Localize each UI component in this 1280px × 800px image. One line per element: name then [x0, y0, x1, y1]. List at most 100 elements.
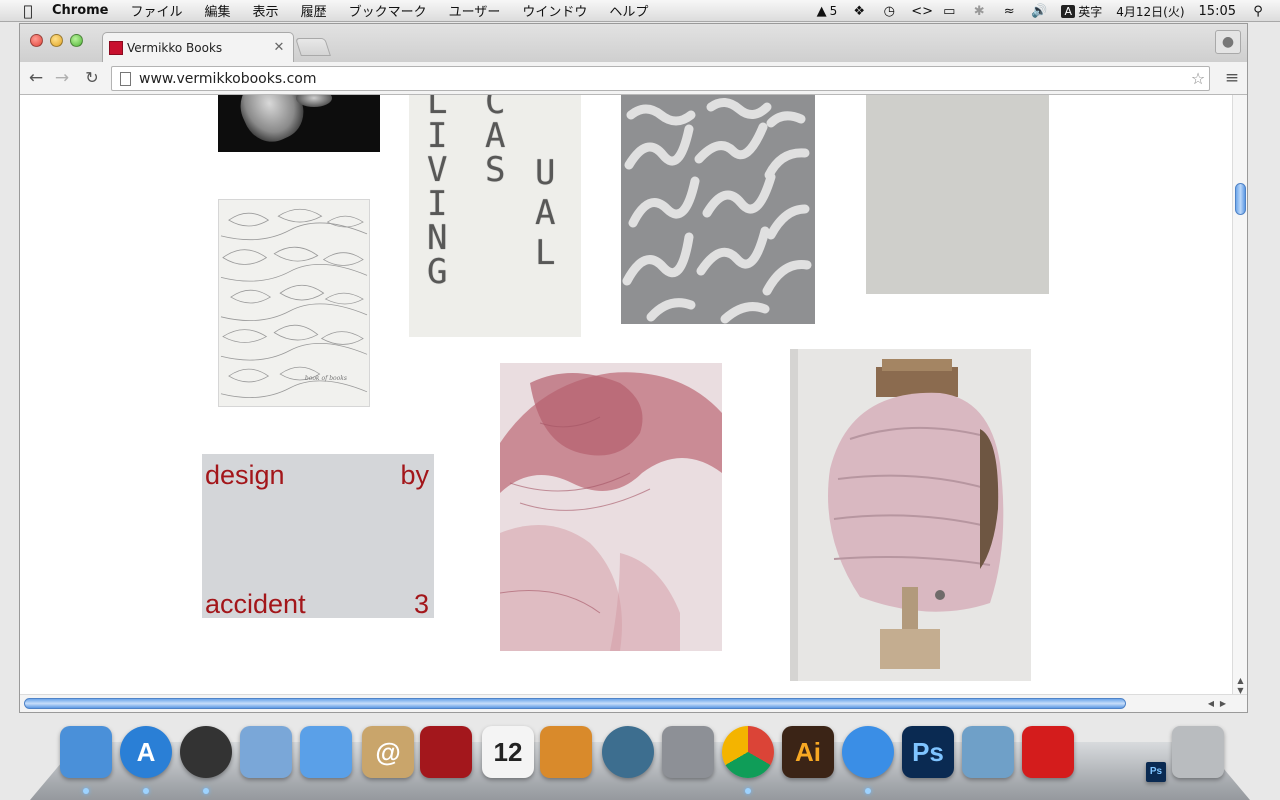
apple-menu-icon[interactable]:  — [18, 2, 38, 20]
vertical-scroll-thumb[interactable] — [1235, 183, 1246, 215]
book-cover-book-of-books[interactable]: book of books — [218, 199, 370, 407]
close-icon[interactable]: ✕ — [271, 40, 287, 55]
book-cover-pink-hood[interactable] — [790, 349, 1031, 681]
menu-window[interactable]: ウインドウ — [522, 1, 587, 20]
casual-letters: CAS — [485, 95, 506, 190]
chrome-menu-icon[interactable]: ≡ — [1223, 69, 1241, 87]
finder-icon[interactable] — [60, 726, 112, 778]
clock-icon: ◷ — [883, 3, 895, 19]
time-machine-status[interactable]: ◷ — [881, 4, 897, 19]
photoshop-doc-icon[interactable]: Ps — [1146, 762, 1166, 782]
mail-icon[interactable] — [240, 726, 292, 778]
app-menu[interactable]: Chrome — [52, 3, 109, 18]
chrome-icon[interactable] — [722, 726, 774, 778]
scroll-left-arrow-icon[interactable]: ◀ — [1205, 698, 1217, 709]
dashboard-icon[interactable] — [180, 726, 232, 778]
close-window-button[interactable] — [30, 34, 43, 47]
status-area: ▲ 5 ❖ ◷ <> ▭ ✱ ≈ 🔊 A 英字 4月12日(火) 15:05 ⚲ — [814, 0, 1280, 22]
contacts-icon[interactable]: @ — [362, 726, 414, 778]
menu-file[interactable]: ファイル — [131, 1, 183, 20]
calendar-label: 12 — [493, 737, 523, 767]
scroll-right-arrow-icon[interactable]: ▶ — [1217, 698, 1229, 709]
running-indicator — [745, 788, 751, 794]
bluetooth-icon: ✱ — [973, 3, 985, 19]
menu-help[interactable]: ヘルプ — [609, 1, 648, 20]
illustrator-icon[interactable]: Ai — [782, 726, 834, 778]
battery-icon: ▭ — [943, 3, 956, 19]
time-machine-icon[interactable] — [602, 726, 654, 778]
dropbox-status[interactable]: ❖ — [851, 4, 867, 19]
book-cover-xray[interactable] — [218, 95, 380, 152]
spotlight-status[interactable]: ⚲ — [1250, 4, 1266, 19]
photo-booth-icon[interactable] — [420, 726, 472, 778]
zoom-window-button[interactable] — [70, 34, 83, 47]
url-text[interactable]: www.vermikkobooks.com — [139, 71, 1187, 87]
browser-window: Vermikko Books ✕ ● ← → ↻ www.vermikkoboo… — [19, 23, 1248, 713]
tab-title: Vermikko Books — [127, 40, 223, 55]
minimize-window-button[interactable] — [50, 34, 63, 47]
photoshop-label: Ps — [912, 737, 944, 767]
new-tab-button[interactable] — [295, 38, 331, 56]
forward-button[interactable]: → — [51, 67, 73, 89]
address-bar[interactable]: www.vermikkobooks.com ☆ — [111, 66, 1210, 91]
book-cover-brush-strokes[interactable] — [621, 95, 815, 324]
book-cover-design-by-accident[interactable]: design by accident 3 — [202, 454, 434, 618]
contacts-label: @ — [375, 737, 401, 767]
tab-vermikko-books[interactable]: Vermikko Books ✕ — [102, 32, 294, 62]
menu-people[interactable]: ユーザー — [449, 1, 501, 20]
book-cover-pink-drawing[interactable] — [500, 363, 722, 651]
cover-word-design: design — [205, 460, 285, 490]
menu-bar:  Chrome ファイル 編集 表示 履歴 ブックマーク ユーザー ウインドウ… — [0, 0, 1280, 22]
preview-icon[interactable] — [962, 726, 1014, 778]
menu-edit[interactable]: 編集 — [205, 1, 231, 20]
iphoto-icon[interactable] — [540, 726, 592, 778]
bookmark-star-icon[interactable]: ☆ — [1187, 69, 1209, 88]
search-icon: ⚲ — [1253, 3, 1263, 19]
acrobat-icon[interactable] — [1022, 726, 1074, 778]
running-indicator — [203, 788, 209, 794]
wifi-status[interactable]: ≈ — [1001, 4, 1017, 19]
code-icon: <> — [911, 3, 934, 19]
horizontal-scroll-thumb[interactable] — [24, 698, 1126, 709]
casual-letters-end: UAL — [535, 153, 556, 273]
app-store-icon[interactable]: A — [120, 726, 172, 778]
dropbox-icon: ❖ — [853, 3, 866, 19]
book-cover-grey[interactable] — [866, 95, 1049, 294]
illustrator-label: Ai — [795, 737, 821, 767]
trash-icon[interactable] — [1172, 726, 1224, 778]
scroll-up-arrow-icon[interactable]: ▲ — [1233, 676, 1248, 686]
date-display[interactable]: 4月12日(火) — [1116, 3, 1184, 20]
input-method-status[interactable]: A 英字 — [1061, 3, 1102, 20]
cover-word-accident: accident — [205, 589, 306, 618]
adobe-status[interactable]: ▲ 5 — [814, 4, 838, 19]
photoshop-icon[interactable]: Ps — [902, 726, 954, 778]
vertical-scrollbar[interactable]: ▲ ▼ — [1232, 95, 1247, 696]
page-content: LIVING CAS UAL book of books design by a… — [20, 95, 1233, 696]
volume-status[interactable]: 🔊 — [1031, 4, 1047, 19]
menu-bookmarks[interactable]: ブックマーク — [349, 1, 427, 20]
cover-word-number: 3 — [413, 589, 429, 618]
speaker-icon: 🔊 — [1031, 3, 1048, 19]
favicon-icon — [109, 40, 123, 55]
brush-pattern — [622, 98, 812, 324]
profile-button[interactable]: ● — [1215, 30, 1241, 54]
facetime-icon[interactable] — [300, 726, 352, 778]
bluetooth-status[interactable]: ✱ — [971, 4, 987, 19]
back-button[interactable]: ← — [25, 67, 47, 89]
system-preferences-icon[interactable] — [662, 726, 714, 778]
code-status[interactable]: <> — [911, 3, 934, 19]
menu-view[interactable]: 表示 — [253, 1, 279, 20]
title-bar: Vermikko Books ✕ ● — [20, 24, 1247, 62]
reload-button[interactable]: ↻ — [81, 67, 103, 89]
person-icon: ● — [1221, 34, 1235, 50]
calendar-icon[interactable]: 12 — [482, 726, 534, 778]
running-indicator — [143, 788, 149, 794]
horizontal-scrollbar[interactable]: ◀ ▶ — [20, 694, 1247, 712]
time-display[interactable]: 15:05 — [1199, 4, 1236, 19]
battery-status[interactable]: ▭ — [941, 4, 957, 19]
book-cover-living-casual[interactable]: LIVING CAS UAL — [409, 95, 581, 337]
dock: A @12 Ai Ps Ps — [0, 720, 1280, 800]
menu-history[interactable]: 履歴 — [301, 1, 327, 20]
safari-icon[interactable] — [842, 726, 894, 778]
cover-word-by: by — [400, 460, 429, 490]
